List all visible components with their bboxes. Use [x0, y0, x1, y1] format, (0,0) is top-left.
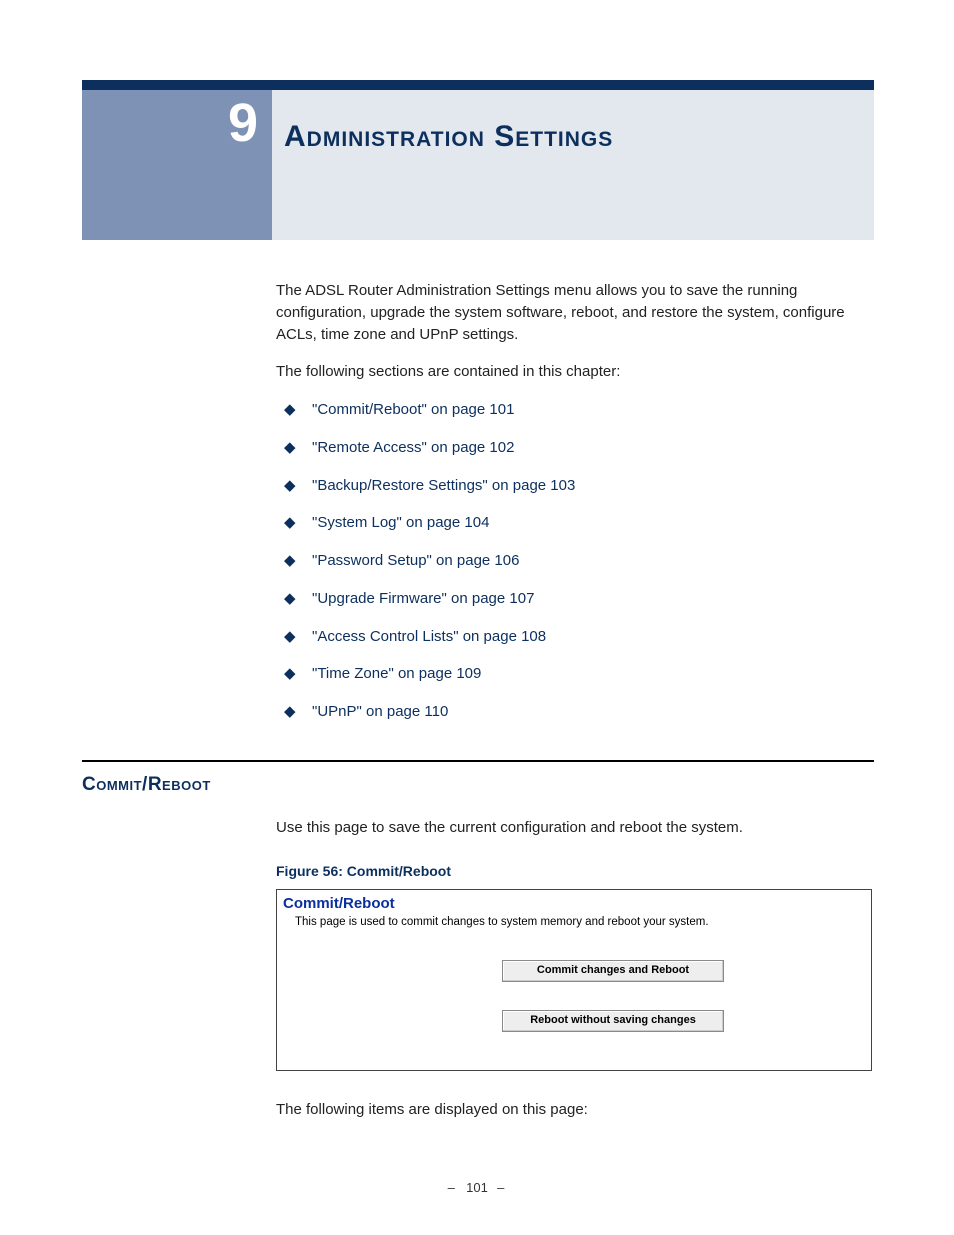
figure-title: Commit/Reboot	[283, 893, 395, 915]
page-footer: – 101 –	[0, 1180, 954, 1195]
intro-paragraph-1: The ADSL Router Administration Settings …	[276, 280, 874, 345]
xref-link[interactable]: "Commit/Reboot" on page 101	[312, 401, 514, 418]
footer-dash-left: –	[448, 1180, 463, 1195]
page: 9 Administration Settings The ADSL Route…	[0, 0, 954, 1235]
intro-paragraph-2: The following sections are contained in …	[276, 361, 874, 383]
commit-reboot-button[interactable]: Commit changes and Reboot	[502, 960, 724, 982]
section-paragraph-1: Use this page to save the current config…	[276, 817, 874, 839]
toc-item: "Remote Access" on page 102	[276, 437, 874, 459]
reboot-only-button[interactable]: Reboot without saving changes	[502, 1010, 724, 1032]
chapter-title-box: Administration Settings	[272, 90, 874, 240]
chapter-header: 9 Administration Settings	[82, 80, 874, 240]
figure-commit-reboot: Commit/Reboot This page is used to commi…	[276, 889, 872, 1071]
section-paragraph-2: The following items are displayed on thi…	[276, 1099, 874, 1121]
xref-link[interactable]: "Password Setup" on page 106	[312, 552, 519, 569]
xref-link[interactable]: "Time Zone" on page 109	[312, 665, 481, 682]
xref-link[interactable]: "System Log" on page 104	[312, 514, 489, 531]
xref-link[interactable]: "Upgrade Firmware" on page 107	[312, 590, 534, 607]
figure-subtitle: This page is used to commit changes to s…	[295, 914, 709, 931]
toc-item: "UPnP" on page 110	[276, 701, 874, 723]
chapter-number: 9	[228, 92, 258, 154]
section-body: Use this page to save the current config…	[276, 802, 874, 1136]
xref-link[interactable]: "Remote Access" on page 102	[312, 439, 514, 456]
toc-item: "System Log" on page 104	[276, 512, 874, 534]
chapter-toc-list: "Commit/Reboot" on page 101 "Remote Acce…	[276, 399, 874, 723]
xref-link[interactable]: "Access Control Lists" on page 108	[312, 628, 546, 645]
header-rule	[82, 80, 874, 90]
intro-column: The ADSL Router Administration Settings …	[276, 280, 874, 743]
section-rule	[82, 760, 874, 762]
page-number: 101	[466, 1180, 488, 1195]
section-heading: Commit/Reboot	[82, 774, 282, 796]
figure-caption: Figure 56: Commit/Reboot	[276, 861, 874, 881]
toc-item: "Commit/Reboot" on page 101	[276, 399, 874, 421]
chapter-title: Administration Settings	[284, 120, 613, 154]
toc-item: "Backup/Restore Settings" on page 103	[276, 475, 874, 497]
toc-item: "Password Setup" on page 106	[276, 550, 874, 572]
footer-dash-right: –	[491, 1180, 506, 1195]
chapter-number-box: 9	[82, 90, 272, 240]
toc-item: "Access Control Lists" on page 108	[276, 626, 874, 648]
toc-item: "Upgrade Firmware" on page 107	[276, 588, 874, 610]
toc-item: "Time Zone" on page 109	[276, 663, 874, 685]
xref-link[interactable]: "Backup/Restore Settings" on page 103	[312, 477, 575, 494]
xref-link[interactable]: "UPnP" on page 110	[312, 703, 448, 720]
